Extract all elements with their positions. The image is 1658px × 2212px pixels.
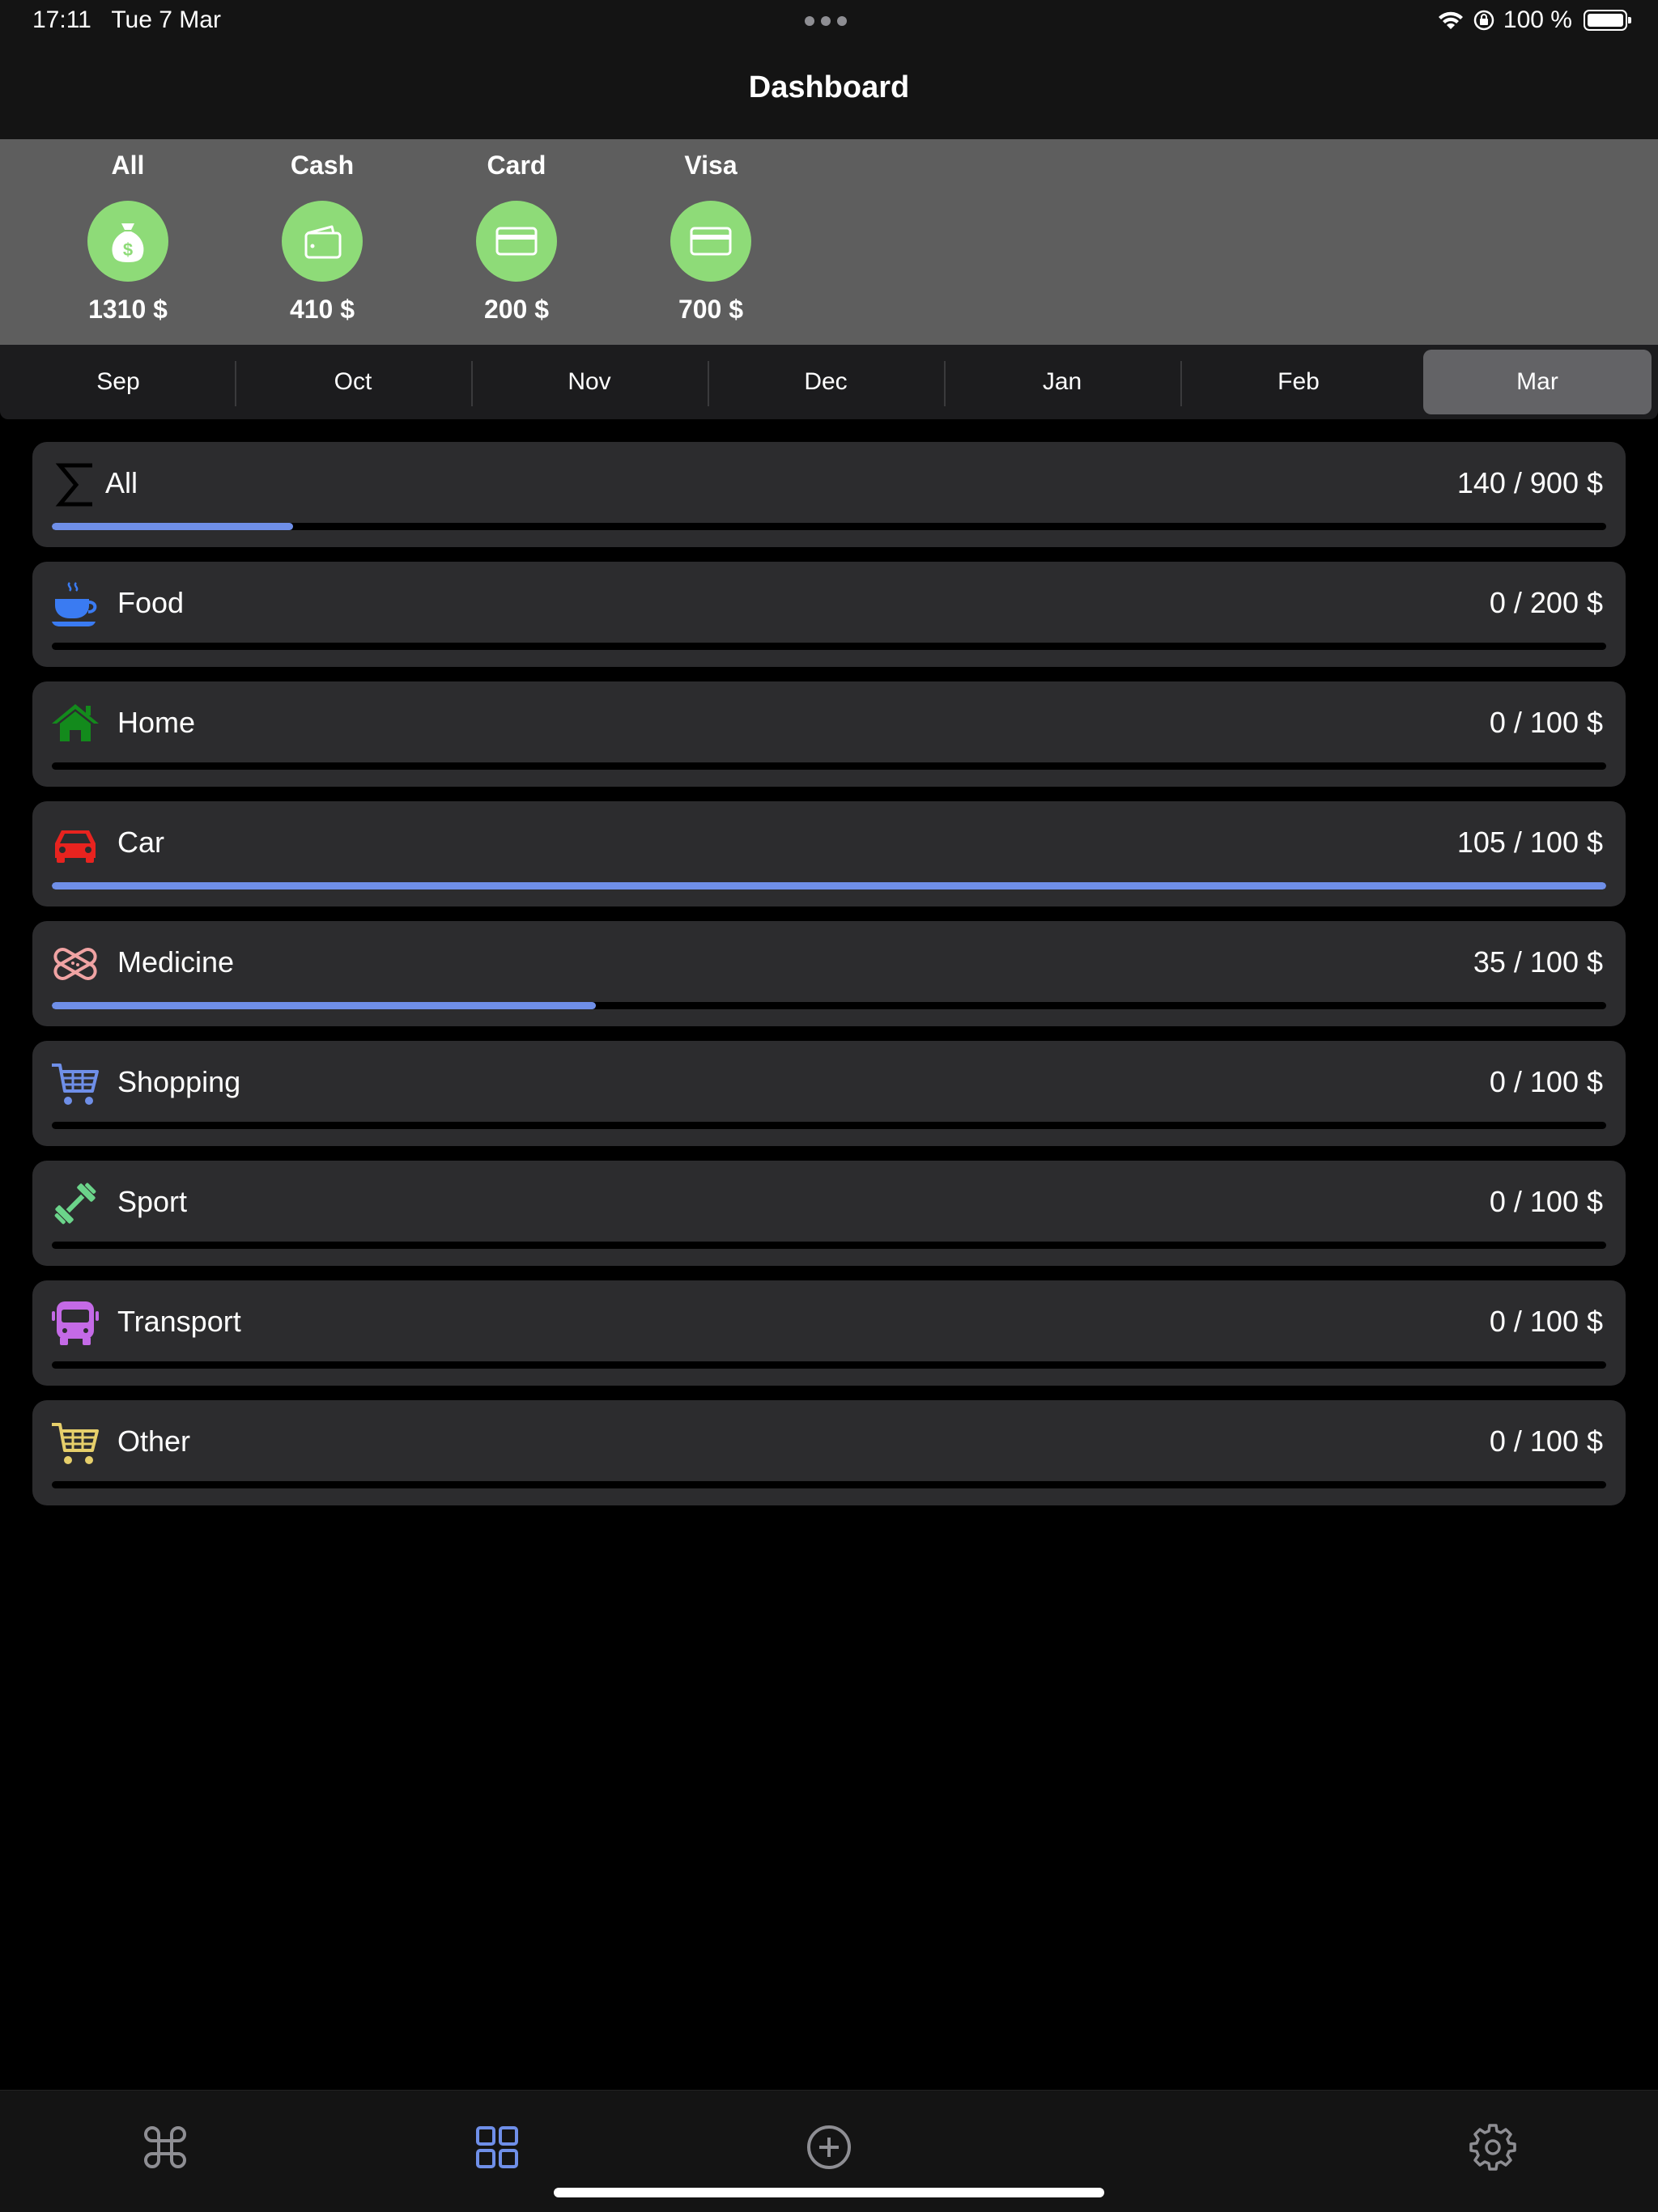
- category-row-shopping[interactable]: Shopping 0 / 100 $: [32, 1041, 1626, 1146]
- category-name: Medicine: [117, 945, 235, 979]
- category-progress-fill: [52, 882, 1606, 889]
- month-segment-jan[interactable]: Jan: [946, 350, 1179, 414]
- category-name: Home: [117, 706, 196, 739]
- month-segmented-control: Sep Oct Nov Dec Jan Feb Mar: [0, 345, 1658, 419]
- category-name: Transport: [117, 1305, 241, 1338]
- money-bag-icon: $: [87, 201, 168, 282]
- wifi-icon: [1438, 11, 1463, 29]
- category-row-home[interactable]: Home 0 / 100 $: [32, 681, 1626, 787]
- account-amount: 410 $: [289, 295, 355, 324]
- category-progress-fill: [52, 523, 293, 530]
- month-segment-feb[interactable]: Feb: [1182, 350, 1415, 414]
- category-amount: 0 / 100 $: [1489, 1185, 1603, 1218]
- add-tab[interactable]: [797, 2115, 861, 2180]
- category-progress-bar: [52, 1242, 1606, 1249]
- category-progress-bar: [52, 1481, 1606, 1488]
- status-time-value: 17:11: [32, 6, 91, 33]
- status-time: 17:11 Tue 7 Mar: [32, 6, 221, 34]
- category-progress-bar: [52, 1122, 1606, 1129]
- bus-icon: [50, 1298, 100, 1348]
- category-amount: 35 / 100 $: [1473, 945, 1603, 979]
- account-name: Cash: [290, 151, 355, 180]
- category-name: Food: [117, 586, 185, 619]
- credit-card-icon: [476, 201, 557, 282]
- battery-percentage: 100 %: [1503, 6, 1572, 33]
- category-amount: 105 / 100 $: [1456, 826, 1603, 859]
- command-tab[interactable]: [133, 2115, 198, 2180]
- category-row-other[interactable]: Other 0 / 100 $: [32, 1400, 1626, 1505]
- category-row-medicine[interactable]: Medicine 35 / 100 $: [32, 921, 1626, 1026]
- dumbbell-icon: [50, 1178, 100, 1229]
- navigation-bar: Dashboard: [0, 45, 1658, 139]
- category-progress-bar: [52, 523, 1606, 530]
- cart-icon: [50, 1418, 100, 1468]
- category-amount: 0 / 100 $: [1489, 1305, 1603, 1338]
- category-amount: 0 / 100 $: [1489, 1065, 1603, 1098]
- dashboard-tab[interactable]: [465, 2115, 529, 2180]
- car-icon: [50, 819, 100, 869]
- battery-icon: [1584, 10, 1631, 31]
- settings-tab[interactable]: [1460, 2115, 1525, 2180]
- month-segment-mar[interactable]: Mar: [1423, 350, 1652, 414]
- category-amount: 0 / 100 $: [1489, 706, 1603, 739]
- category-progress-fill: [52, 1002, 596, 1009]
- category-name: Sport: [117, 1185, 188, 1218]
- status-date-value: Tue 7 Mar: [111, 6, 221, 33]
- wallet-icon: [282, 201, 363, 282]
- category-name: Other: [117, 1424, 191, 1458]
- category-progress-bar: [52, 1002, 1606, 1009]
- command-icon: [144, 2126, 186, 2168]
- page-title: Dashboard: [748, 70, 910, 104]
- shopping-cart-icon: [50, 1059, 100, 1109]
- category-amount: 0 / 100 $: [1489, 1424, 1603, 1458]
- status-bar: 17:11 Tue 7 Mar 100 %: [0, 0, 1658, 45]
- account-name: All: [111, 151, 145, 180]
- svg-text:$: $: [123, 240, 133, 260]
- account-all[interactable]: All $ 1310 $: [47, 139, 209, 345]
- category-name: Car: [117, 826, 165, 859]
- category-progress-bar: [52, 762, 1606, 770]
- accounts-strip: All $ 1310 $ Cash 410 $ Card 200 $ Visa …: [0, 139, 1658, 345]
- account-amount: 200 $: [483, 295, 550, 324]
- category-progress-bar: [52, 1361, 1606, 1369]
- month-segment-dec[interactable]: Dec: [709, 350, 942, 414]
- sigma-icon: [50, 460, 100, 510]
- multitasking-dots-icon[interactable]: [805, 16, 847, 26]
- account-name: Visa: [684, 151, 738, 180]
- home-indicator[interactable]: [554, 2188, 1104, 2197]
- account-visa[interactable]: Visa 700 $: [630, 139, 792, 345]
- account-card[interactable]: Card 200 $: [436, 139, 597, 345]
- grid-icon: [476, 2126, 518, 2168]
- category-progress-bar: [52, 882, 1606, 889]
- category-row-all[interactable]: All 140 / 900 $: [32, 442, 1626, 547]
- category-amount: 140 / 900 $: [1456, 466, 1603, 499]
- plus-circle-icon: [807, 2125, 851, 2169]
- category-name: All: [105, 466, 138, 499]
- month-segment-nov[interactable]: Nov: [473, 350, 706, 414]
- gear-icon: [1469, 2124, 1516, 2171]
- category-row-transport[interactable]: Transport 0 / 100 $: [32, 1280, 1626, 1386]
- category-row-food[interactable]: Food 0 / 200 $: [32, 562, 1626, 667]
- category-name: Shopping: [117, 1065, 241, 1098]
- account-cash[interactable]: Cash 410 $: [241, 139, 403, 345]
- bandage-icon: [50, 939, 100, 989]
- account-amount: 1310 $: [88, 295, 168, 324]
- house-icon: [50, 699, 100, 749]
- coffee-cup-icon: [50, 580, 100, 630]
- month-segment-sep[interactable]: Sep: [2, 350, 235, 414]
- month-segment-oct[interactable]: Oct: [236, 350, 470, 414]
- category-progress-bar: [52, 643, 1606, 650]
- orientation-lock-icon: [1473, 10, 1494, 31]
- credit-card-icon: [670, 201, 751, 282]
- category-row-car[interactable]: Car 105 / 100 $: [32, 801, 1626, 906]
- account-name: Card: [487, 151, 546, 180]
- account-amount: 700 $: [678, 295, 744, 324]
- status-indicators: 100 %: [1437, 6, 1631, 34]
- category-row-sport[interactable]: Sport 0 / 100 $: [32, 1161, 1626, 1266]
- category-amount: 0 / 200 $: [1489, 586, 1603, 619]
